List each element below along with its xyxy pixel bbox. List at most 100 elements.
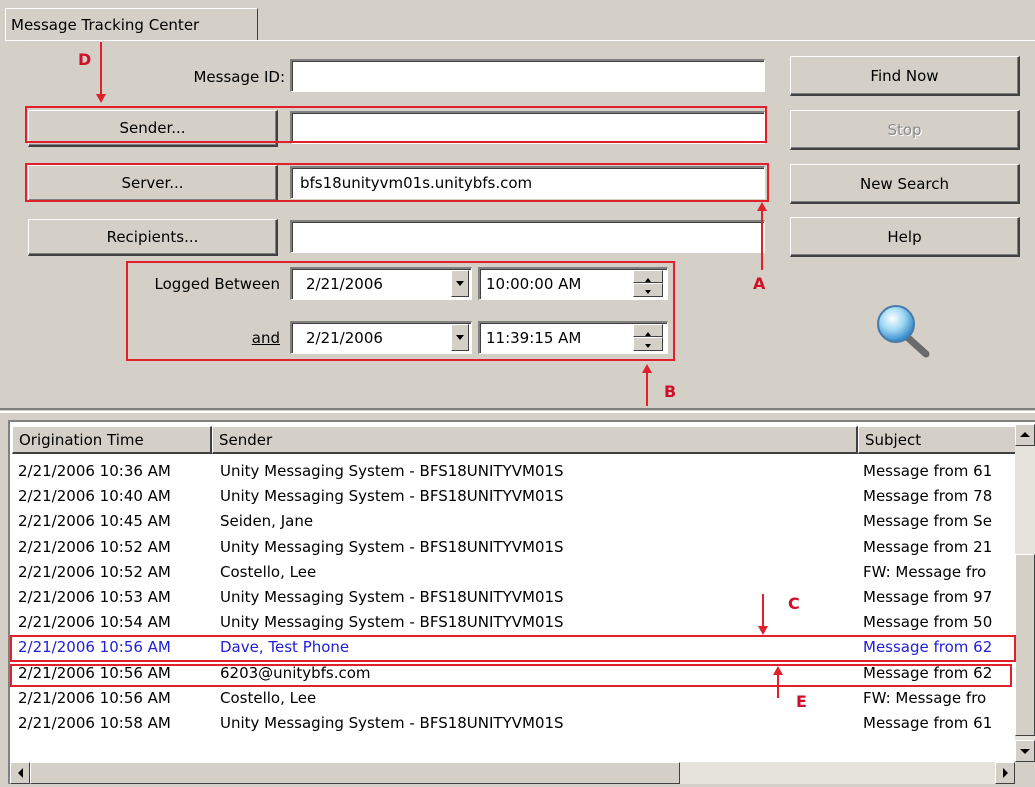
window-tab-title: Message Tracking Center [5,8,258,40]
column-header-sender[interactable]: Sender [212,426,858,454]
annotation-arrowhead [96,94,106,103]
scroll-thumb[interactable] [1015,554,1035,736]
cell-origination-time: 2/21/2006 10:45 AM [18,512,171,531]
cell-subject: Message from 78 [863,487,993,506]
table-row[interactable]: 2/21/2006 10:56 AM Costello, Lee FW: Messa… [8,687,1013,709]
stop-button[interactable]: Stop [790,110,1020,150]
sender-button[interactable]: Sender... [28,110,278,147]
start-time-spinner[interactable] [633,270,663,297]
cell-subject: Message from 62 [863,638,993,657]
scroll-down-button[interactable] [1015,740,1035,762]
arrow-up-icon [1020,432,1030,437]
annotation-arrow-line [762,594,764,630]
cell-subject: Message from 97 [863,588,993,606]
server-input[interactable]: bfs18unityvm01s.unitybfs.com [290,166,765,199]
find-now-button[interactable]: Find Now [790,56,1020,96]
end-date-dropdown-button[interactable] [451,324,469,351]
cell-subject: Message from 50 [863,613,993,632]
sender-input[interactable] [290,111,765,144]
spin-down-button[interactable] [633,337,663,351]
cell-sender: Dave, Test Phone [220,638,350,657]
scroll-right-button[interactable] [995,762,1015,784]
annotation-arrowhead [758,626,768,635]
server-button[interactable]: Server... [28,165,278,202]
cell-sender: Unity Messaging System - BFS18UNITYVM01S [220,487,564,506]
cell-origination-time: 2/21/2006 10:53 AM [18,588,171,606]
spin-up-button[interactable] [633,270,663,283]
splitter[interactable] [0,408,1035,413]
cell-sender: 6203@unitybfs.com [220,663,371,682]
cell-sender: Costello, Lee [220,562,317,581]
cell-origination-time: 2/21/2006 10:54 AM [18,613,171,632]
new-search-button[interactable]: New Search [790,164,1020,204]
chevron-down-icon [456,281,464,286]
logged-between-label: Logged Between [154,275,280,293]
cell-origination-time: 2/21/2006 10:40 AM [18,487,171,506]
cell-subject: Message from 61 [863,462,993,480]
table-row[interactable]: 2/21/2006 10:58 AM Unity Messaging System… [8,712,1013,734]
table-row[interactable]: 2/21/2006 10:52 AM Costello, Lee FW: Messa… [8,561,1013,583]
size-grip [1015,762,1035,784]
magnifier-icon [877,305,930,358]
arrow-left-icon [18,768,23,778]
cell-subject: Message from 21 [863,537,993,556]
cell-origination-time: 2/21/2006 10:36 AM [18,462,171,480]
arrow-down-icon [1020,749,1030,754]
cell-origination-time: 2/21/2006 10:52 AM [18,562,171,581]
scroll-left-button[interactable] [10,762,30,784]
start-date-picker[interactable]: 2/21/2006 [290,267,472,300]
table-row[interactable]: 2/21/2006 10:56 AM 6203@unitybfs.com Messa… [8,662,1013,684]
and-label: and [251,329,280,347]
end-time-spinner[interactable] [633,324,663,351]
annotation-label-a: A [753,274,766,293]
table-row[interactable]: 2/21/2006 10:36 AM Unity Messaging System… [8,460,1013,482]
cell-sender: Unity Messaging System - BFS18UNITYVM01S [220,714,564,732]
arrow-right-icon [1003,768,1008,778]
cell-origination-time: 2/21/2006 10:56 AM [18,663,171,682]
cell-subject: Message from 62 [863,663,993,682]
scroll-thumb[interactable] [30,762,680,784]
table-row[interactable]: 2/21/2006 10:40 AM Unity Messaging System… [8,485,1013,507]
table-row[interactable]: 2/21/2006 10:52 AM Unity Messaging System… [8,536,1013,558]
spin-down-button[interactable] [633,283,663,297]
annotation-arrow-line [646,372,648,406]
table-row[interactable]: 2/21/2006 10:56 AM Dave, Test Phone Messag… [8,636,1013,658]
cell-sender: Unity Messaging System - BFS18UNITYVM01S [220,588,564,606]
horizontal-scrollbar[interactable] [10,762,1015,784]
chevron-down-icon [456,335,464,340]
table-row[interactable]: 2/21/2006 10:53 AM Unity Messaging System… [8,586,1013,608]
message-id-input[interactable] [290,59,765,92]
cell-sender: Seiden, Jane [220,512,314,531]
cell-origination-time: 2/21/2006 10:58 AM [18,714,171,732]
cell-origination-time: 2/21/2006 10:56 AM [18,688,171,707]
column-header-subject[interactable]: Subject [858,426,1018,454]
scroll-up-button[interactable] [1015,424,1035,446]
cell-sender: Costello, Lee [220,688,317,707]
annotation-label-d: D [78,50,92,69]
spin-up-button[interactable] [633,324,663,337]
arrow-down-icon [645,290,651,294]
recipients-input[interactable] [290,220,765,253]
annotation-label-b: B [664,382,677,401]
annotation-label-c: C [788,594,800,613]
table-row[interactable]: 2/21/2006 10:54 AM Unity Messaging System… [8,611,1013,633]
cell-origination-time: 2/21/2006 10:52 AM [18,537,171,556]
cell-origination-time: 2/21/2006 10:56 AM [18,638,171,657]
column-header-origination-time[interactable]: Origination Time [12,426,212,454]
cell-subject: FW: Message fro [863,562,987,581]
help-button[interactable]: Help [790,217,1020,257]
arrow-down-icon [645,344,651,348]
annotation-arrow-line [100,42,102,94]
table-row[interactable]: 2/21/2006 10:45 AM Seiden, Jane Message fr… [8,510,1013,532]
vertical-scrollbar[interactable] [1015,424,1035,762]
end-date-picker[interactable]: 2/21/2006 [290,321,472,354]
recipients-button[interactable]: Recipients... [28,219,278,256]
start-date-dropdown-button[interactable] [451,270,469,297]
cell-subject: Message from Se [863,512,992,531]
cell-sender: Unity Messaging System - BFS18UNITYVM01S [220,613,564,632]
cell-subject: FW: Message fro [863,688,987,707]
cell-sender: Unity Messaging System - BFS18UNITYVM01S [220,462,564,480]
annotation-arrow-line [761,210,763,270]
cell-subject: Message from 61 [863,714,993,732]
message-id-label: Message ID: [193,68,285,86]
